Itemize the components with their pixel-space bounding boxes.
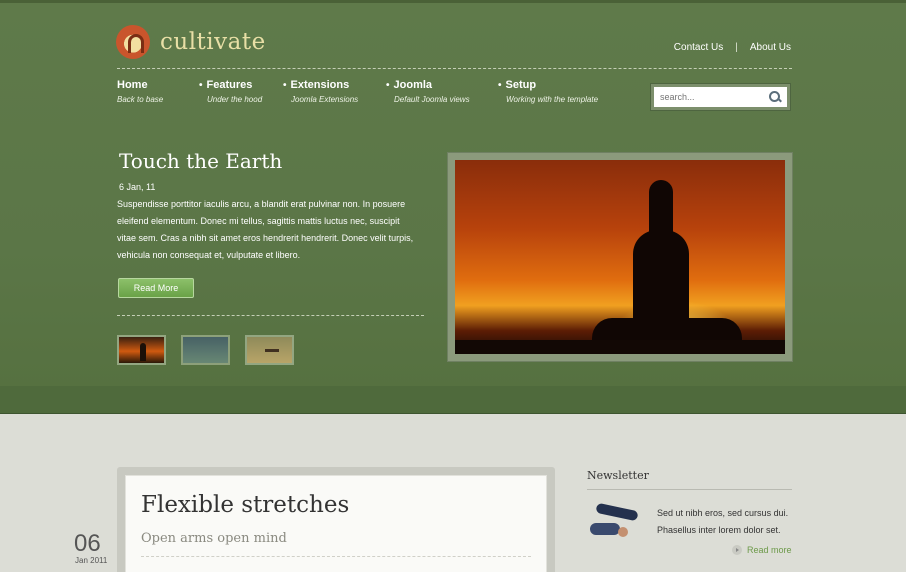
site-logo[interactable]: cultivate bbox=[116, 25, 266, 59]
slide-thumbnails bbox=[117, 335, 309, 365]
nav-bullet-icon: • bbox=[283, 80, 287, 91]
nav-item-title: • Setup bbox=[498, 79, 537, 91]
yoga-figure-torso bbox=[590, 523, 620, 535]
read-more-button[interactable]: Read More bbox=[118, 278, 194, 298]
slide-thumbnail[interactable] bbox=[245, 335, 294, 365]
newsletter-divider bbox=[587, 489, 792, 490]
post-date-day: 06 bbox=[74, 530, 101, 557]
nav-bullet-icon: • bbox=[386, 80, 390, 91]
nav-item-extensions[interactable]: • Extensions Joomla Extensions bbox=[283, 79, 386, 104]
nav-item-title: • Features bbox=[199, 79, 253, 91]
feature-image-frame bbox=[447, 152, 793, 362]
nav-item-subtitle: Default Joomla views bbox=[394, 95, 470, 104]
silhouette-ground bbox=[455, 340, 785, 354]
site-name: cultivate bbox=[160, 29, 266, 55]
nav-item-title: • Extensions bbox=[283, 79, 350, 91]
search-input[interactable] bbox=[660, 92, 765, 102]
feature-date: 6 Jan, 11 bbox=[119, 182, 156, 192]
nav-item-subtitle: Under the hood bbox=[207, 95, 263, 104]
yoga-figure-legs bbox=[595, 502, 639, 522]
feature-body: Suspendisse porttitor iaculis arcu, a bl… bbox=[117, 199, 414, 260]
top-links: Contact Us | About Us bbox=[674, 42, 791, 53]
nav-item-home[interactable]: Home Back to base bbox=[117, 79, 199, 104]
nav-bullet-icon: • bbox=[498, 80, 502, 91]
newsletter-title: Newsletter bbox=[587, 469, 649, 482]
slide-thumbnail[interactable] bbox=[181, 335, 230, 365]
about-us-link[interactable]: About Us bbox=[750, 42, 791, 53]
slide-thumbnail[interactable] bbox=[117, 335, 166, 365]
post-subtitle: Open arms open mind bbox=[141, 531, 287, 546]
contact-us-link[interactable]: Contact Us bbox=[674, 42, 723, 53]
nav-item-subtitle: Joomla Extensions bbox=[291, 95, 359, 104]
search-box bbox=[650, 83, 791, 111]
post-divider bbox=[141, 556, 531, 557]
logo-icon bbox=[116, 25, 150, 59]
feature-divider bbox=[117, 315, 424, 316]
feature-image bbox=[455, 160, 785, 354]
feature-title: Touch the Earth bbox=[119, 149, 283, 173]
arrow-right-icon bbox=[732, 545, 742, 555]
nav-item-subtitle: Back to base bbox=[117, 95, 164, 104]
newsletter-read-more-label: Read more bbox=[747, 545, 792, 555]
nav-item-setup[interactable]: • Setup Working with the template bbox=[498, 79, 628, 104]
newsletter-text: Sed ut nibh eros, sed cursus dui. Phasel… bbox=[657, 508, 789, 535]
header-divider bbox=[117, 68, 792, 69]
search-field-wrapper bbox=[654, 87, 787, 107]
top-links-separator: | bbox=[735, 42, 738, 53]
newsletter-image bbox=[588, 502, 644, 541]
post-content: Flexible stretches Open arms open mind bbox=[125, 475, 547, 572]
nav-item-features[interactable]: • Features Under the hood bbox=[199, 79, 283, 104]
main-nav: Home Back to base • Features Under the ho… bbox=[117, 79, 628, 104]
nav-item-joomla[interactable]: • Joomla Default Joomla views bbox=[386, 79, 498, 104]
post-date-month: Jan 2011 bbox=[75, 556, 108, 565]
nav-item-title: Home bbox=[117, 79, 148, 91]
post-card: Flexible stretches Open arms open mind bbox=[117, 467, 555, 572]
yoga-figure-head bbox=[618, 527, 628, 537]
nav-item-subtitle: Working with the template bbox=[506, 95, 599, 104]
nav-bullet-icon: • bbox=[199, 80, 203, 91]
search-icon[interactable] bbox=[768, 90, 782, 104]
nav-item-title: • Joomla bbox=[386, 79, 433, 91]
newsletter-read-more-link[interactable]: Read more bbox=[732, 545, 792, 555]
hero-bottom-band bbox=[0, 386, 906, 414]
post-title[interactable]: Flexible stretches bbox=[141, 492, 531, 518]
